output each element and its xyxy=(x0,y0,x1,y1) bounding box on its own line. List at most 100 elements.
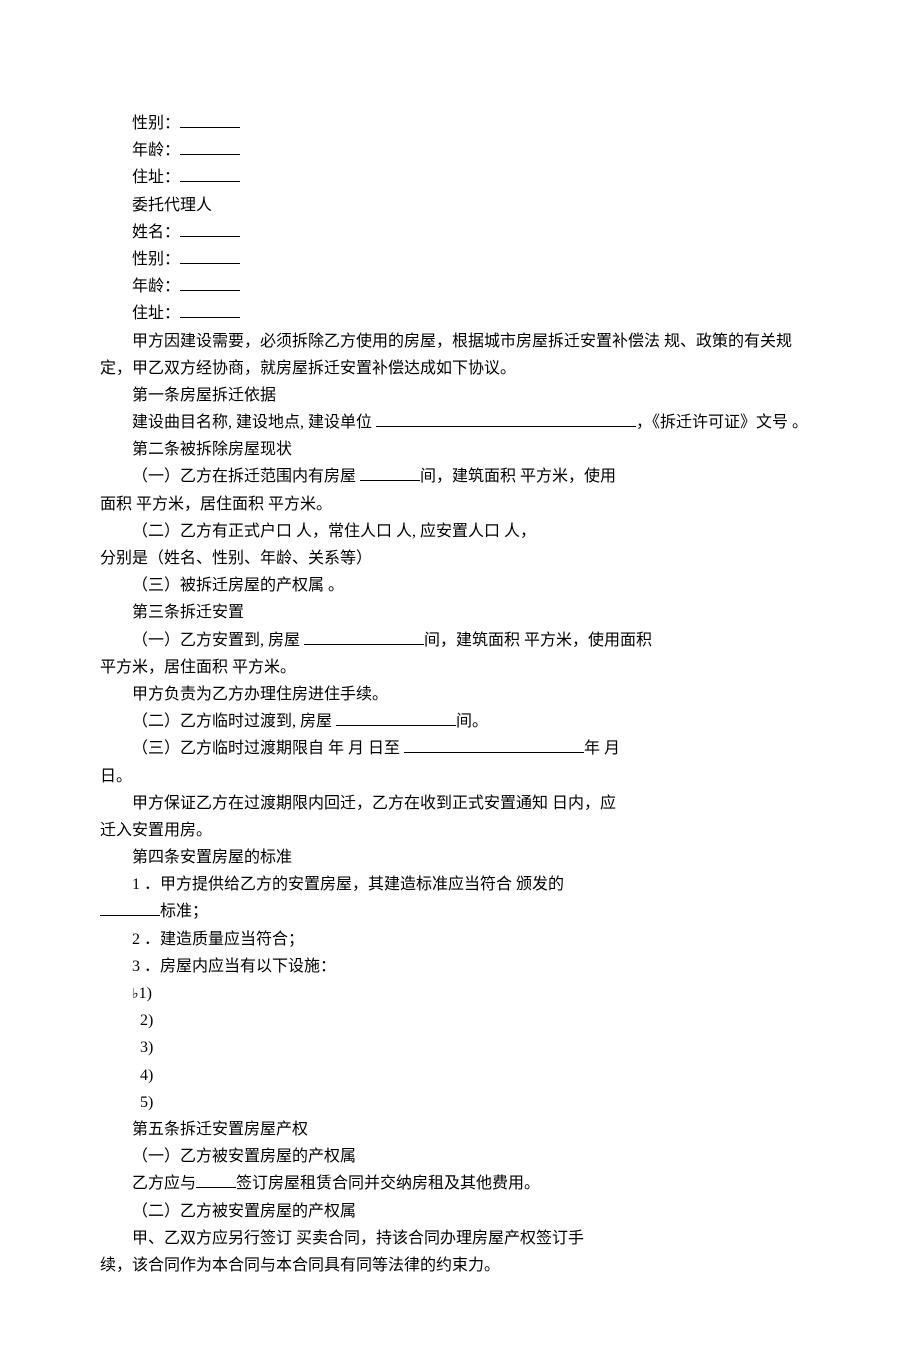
article2-item1-a: （一）乙方在拆迁范围内有房屋 xyxy=(132,468,360,485)
blank xyxy=(376,409,636,427)
article3-item3b: 年 月 xyxy=(584,740,620,757)
article1-title-text: 第一条房屋拆迁依据 xyxy=(132,387,276,404)
blank xyxy=(336,709,456,727)
article3-item1c-text: 平方米，居住面积 平方米。 xyxy=(100,659,296,676)
article5-item2c: 续，该合同作为本合同与本合同具有同等法律的约束力。 xyxy=(100,1252,820,1279)
preamble: 甲方因建设需要，必须拆除乙方使用的房屋，根据城市房屋拆迁安置补偿法 规、政策的有… xyxy=(100,328,820,382)
article2-item1c: 面积 平方米，居住面积 平方米。 xyxy=(100,491,820,518)
music-note-icon: ♭ xyxy=(132,985,139,1001)
blank xyxy=(100,899,160,917)
blank xyxy=(180,110,240,128)
article4-sub1-text: 1) xyxy=(139,985,152,1002)
article5-item2b: 甲、乙双方应另行签订 买卖合同，持该合同办理房屋产权签订手 xyxy=(100,1225,820,1252)
blank xyxy=(360,464,420,482)
article4-title: 第四条安置房屋的标准 xyxy=(100,844,820,871)
article3-item3: （三）乙方临时过渡期限自 年 月 日至 年 月 xyxy=(100,735,820,762)
article3-item1b: 间，建筑面积 平方米，使用面积 xyxy=(424,632,652,649)
article5-item2b-text: 甲、乙双方应另行签订 买卖合同，持该合同办理房屋产权签订手 xyxy=(132,1230,584,1247)
article2-item2-text: （二）乙方有正式户口 人，常住人口 人, 应安置人口 人， xyxy=(132,523,536,540)
agent-line: 委托代理人 xyxy=(100,192,820,219)
article1-content-a: 建设曲目名称, 建设地点, 建设单位 xyxy=(132,414,376,431)
blank xyxy=(180,165,240,183)
article4-sub3: 3) xyxy=(100,1034,820,1061)
article3-item1d-text: 甲方负责为乙方办理住房进住手续。 xyxy=(132,686,388,703)
article2-item3: （三）被拆迁房屋的产权属 。 xyxy=(100,572,820,599)
article3-item2a: （二）乙方临时过渡到, 房屋 xyxy=(132,713,336,730)
article5-item1-text: （一）乙方被安置房屋的产权属 xyxy=(132,1148,356,1165)
article5-item2c-text: 续，该合同作为本合同与本合同具有同等法律的约束力。 xyxy=(100,1257,500,1274)
article4-sub5-text: 5) xyxy=(140,1094,153,1111)
article5-item1: （一）乙方被安置房屋的产权属 xyxy=(100,1143,820,1170)
age-label: 年龄： xyxy=(132,142,180,159)
article4-item3-text: 3 ．房屋内应当有以下设施： xyxy=(132,958,336,975)
address-line: 住址： xyxy=(100,164,820,191)
article4-item1: 1 ．甲方提供给乙方的安置房屋，其建造标准应当符合 颁发的 xyxy=(100,871,820,898)
gender-line: 性别： xyxy=(100,110,820,137)
blank xyxy=(180,274,240,292)
article4-item1b-text: 标准； xyxy=(160,903,208,920)
article3-item2: （二）乙方临时过渡到, 房屋 间。 xyxy=(100,708,820,735)
article5-item2: （二）乙方被安置房屋的产权属 xyxy=(100,1198,820,1225)
article3-item1: （一）乙方安置到, 房屋 间，建筑面积 平方米，使用面积 xyxy=(100,627,820,654)
article4-sub4-text: 4) xyxy=(140,1067,153,1084)
article1-content: 建设曲目名称, 建设地点, 建设单位 ，《拆迁许可证》文号 。 xyxy=(100,409,820,436)
blank xyxy=(404,736,584,754)
article3-item3a: （三）乙方临时过渡期限自 年 月 日至 xyxy=(132,740,404,757)
article3-item3d-text: 甲方保证乙方在过渡期限内回迁，乙方在收到正式安置通知 日内，应 xyxy=(132,795,616,812)
article5-item1b: 乙方应与 签订房屋租赁合同并交纳房租及其他费用。 xyxy=(100,1170,820,1197)
article5-title-text: 第五条拆迁安置房屋产权 xyxy=(132,1121,308,1138)
age-label-2: 年龄： xyxy=(132,278,180,295)
gender-line-2: 性别： xyxy=(100,246,820,273)
article5-item1b-pre: 乙方应与 xyxy=(132,1175,196,1192)
article4-title-text: 第四条安置房屋的标准 xyxy=(132,849,292,866)
article3-item2b: 间。 xyxy=(456,713,488,730)
gender-label-2: 性别： xyxy=(132,251,180,268)
address-line-2: 住址： xyxy=(100,300,820,327)
article4-sub1: ♭1) xyxy=(100,980,820,1007)
article1-title: 第一条房屋拆迁依据 xyxy=(100,382,820,409)
article4-sub4: 4) xyxy=(100,1062,820,1089)
article2-title-text: 第二条被拆除房屋现状 xyxy=(132,441,292,458)
article2-title: 第二条被拆除房屋现状 xyxy=(100,436,820,463)
article5-item1b-post: 签订房屋租赁合同并交纳房租及其他费用。 xyxy=(236,1175,540,1192)
blank xyxy=(180,246,240,264)
name-line: 姓名： xyxy=(100,219,820,246)
article4-sub3-text: 3) xyxy=(140,1039,153,1056)
article1-content-b: ，《拆迁许可证》文号 。 xyxy=(636,414,808,431)
article2-item3-text: （三）被拆迁房屋的产权属 。 xyxy=(132,577,344,594)
address-label-2: 住址： xyxy=(132,305,180,322)
article3-item3e-text: 迁入安置用房。 xyxy=(100,822,212,839)
article3-item1a: （一）乙方安置到, 房屋 xyxy=(132,632,304,649)
article4-item3: 3 ．房屋内应当有以下设施： xyxy=(100,953,820,980)
article3-item3c-text: 日。 xyxy=(100,768,132,785)
article3-item3c: 日。 xyxy=(100,763,820,790)
preamble-text: 甲方因建设需要，必须拆除乙方使用的房屋，根据城市房屋拆迁安置补偿法 规、政策的有… xyxy=(100,333,792,377)
blank xyxy=(304,627,424,645)
agent-label: 委托代理人 xyxy=(132,197,212,214)
article4-item1b: 标准； xyxy=(100,898,820,925)
blank xyxy=(196,1171,236,1189)
article4-item2: 2 ．建造质量应当符合； xyxy=(100,926,820,953)
blank xyxy=(180,301,240,319)
article4-sub5: 5) xyxy=(100,1089,820,1116)
age-line-2: 年龄： xyxy=(100,273,820,300)
article4-sub2-text: 2) xyxy=(140,1012,153,1029)
article3-title: 第三条拆迁安置 xyxy=(100,599,820,626)
article4-sub2: 2) xyxy=(100,1007,820,1034)
article3-title-text: 第三条拆迁安置 xyxy=(132,604,244,621)
blank xyxy=(180,219,240,237)
article3-item3d: 甲方保证乙方在过渡期限内回迁，乙方在收到正式安置通知 日内，应 xyxy=(100,790,820,817)
address-label: 住址： xyxy=(132,169,180,186)
article2-item1: （一）乙方在拆迁范围内有房屋 间，建筑面积 平方米，使用 xyxy=(100,463,820,490)
article3-item1c: 平方米，居住面积 平方米。 xyxy=(100,654,820,681)
blank xyxy=(180,138,240,156)
article2-item1-b: 间，建筑面积 平方米，使用 xyxy=(420,468,616,485)
article2-item2: （二）乙方有正式户口 人，常住人口 人, 应安置人口 人， xyxy=(100,518,820,545)
article3-item3e: 迁入安置用房。 xyxy=(100,817,820,844)
article2-item2b-text: 分别是（姓名、性别、年龄、关系等） xyxy=(100,550,372,567)
age-line: 年龄： xyxy=(100,137,820,164)
article5-title: 第五条拆迁安置房屋产权 xyxy=(100,1116,820,1143)
article2-item1c-text: 面积 平方米，居住面积 平方米。 xyxy=(100,496,332,513)
article4-item1a: 1 ．甲方提供给乙方的安置房屋，其建造标准应当符合 颁发的 xyxy=(132,876,564,893)
article4-item2-text: 2 ．建造质量应当符合； xyxy=(132,931,304,948)
